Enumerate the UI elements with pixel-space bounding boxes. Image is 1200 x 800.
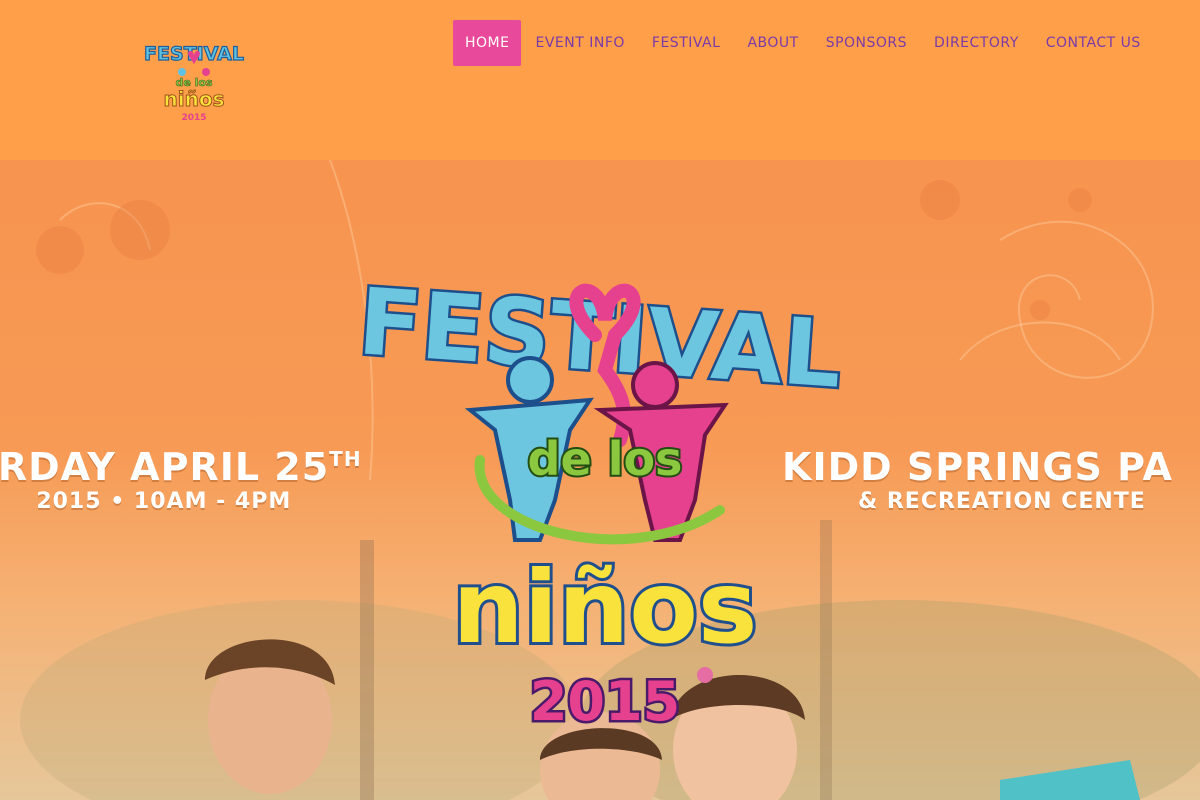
event-date-text: URDAY APRIL 25 bbox=[0, 445, 330, 489]
main-nav: HOME EVENT INFO FESTIVAL ABOUT SPONSORS … bbox=[453, 20, 1168, 66]
hero-festival-logo: FESTIVAL de los niños 2015 bbox=[353, 280, 848, 736]
nav-festival[interactable]: FESTIVAL bbox=[652, 35, 721, 51]
hero-logo-delos: de los bbox=[528, 432, 683, 486]
nav-contact-us[interactable]: CONTACT US bbox=[1046, 35, 1141, 51]
hero-logo-year: 2015 bbox=[530, 670, 680, 733]
logo-text-year: 2015 bbox=[181, 113, 206, 123]
site-header: FESTIVAL de los niños 2015 HOME EVENT IN… bbox=[0, 0, 1200, 160]
hero-banner: URDAY APRIL 25TH 2015 • 10AM - 4PM KIDD … bbox=[0, 160, 1200, 800]
nav-about[interactable]: ABOUT bbox=[747, 35, 798, 51]
nav-sponsors[interactable]: SPONSORS bbox=[826, 35, 907, 51]
site-logo[interactable]: FESTIVAL de los niños 2015 bbox=[138, 36, 250, 124]
festival-logo-icon: FESTIVAL de los niños 2015 bbox=[143, 42, 244, 123]
logo-text-ninos: niños bbox=[164, 87, 225, 111]
hero-logo-ninos: niños bbox=[453, 549, 758, 666]
nav-home[interactable]: HOME bbox=[453, 20, 522, 66]
nav-directory[interactable]: DIRECTORY bbox=[934, 35, 1019, 51]
nav-event-info[interactable]: EVENT INFO bbox=[535, 35, 624, 51]
